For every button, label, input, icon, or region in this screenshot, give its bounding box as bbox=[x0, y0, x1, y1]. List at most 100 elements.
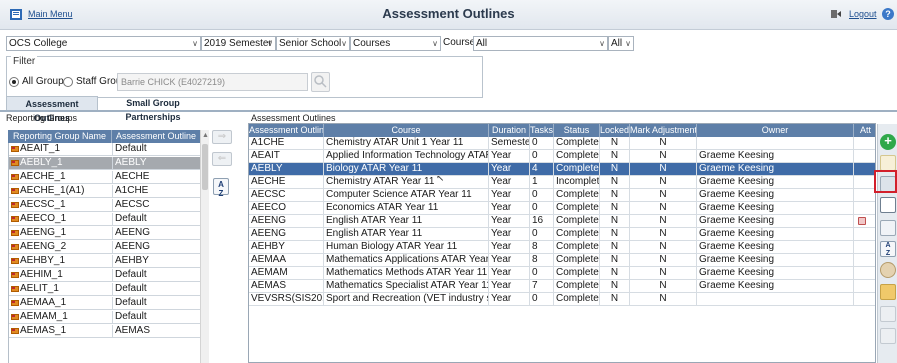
list-item[interactable]: AEENG_1 AEENG bbox=[9, 227, 201, 240]
move-right-button[interactable]: ⇒ bbox=[212, 130, 232, 144]
extra-select[interactable]: All ∨ bbox=[608, 36, 634, 51]
list-item[interactable]: AEAIT_1 Default bbox=[9, 143, 201, 156]
list-item[interactable]: AELIT_1 Default bbox=[9, 283, 201, 296]
cell-status: Completed bbox=[556, 137, 600, 150]
lock-icon[interactable] bbox=[880, 284, 896, 300]
col-reporting-group-name[interactable]: Reporting Group Name bbox=[8, 130, 112, 143]
list-item[interactable]: AEMAS_1 AEMAS bbox=[9, 325, 201, 338]
sort-az-icon[interactable]: AZ bbox=[213, 178, 229, 198]
cell-owner: Graeme Keesing bbox=[697, 267, 854, 280]
cell-course: Chemistry ATAR Unit 1 Year 11 bbox=[324, 137, 489, 150]
list-item[interactable]: AECHE_1 AECHE bbox=[9, 171, 201, 184]
all-groups-label[interactable]: All Groups bbox=[22, 76, 69, 87]
staff-groups-radio[interactable] bbox=[63, 77, 73, 87]
sort-az-icon[interactable]: AZ bbox=[880, 241, 896, 257]
table-row[interactable]: AEMAS Mathematics Specialist ATAR Year 1… bbox=[249, 280, 875, 293]
group-outline: A1CHE bbox=[115, 185, 149, 196]
add-icon[interactable] bbox=[880, 133, 896, 150]
list-item[interactable]: AEENG_2 AEENG bbox=[9, 241, 201, 254]
chevron-down-icon: ∨ bbox=[267, 39, 273, 48]
tab-assessment-outlines[interactable]: Assessment Outlines bbox=[6, 96, 98, 123]
edit-icon[interactable] bbox=[880, 155, 896, 171]
col-tasks[interactable]: Tasks bbox=[530, 124, 554, 137]
list-item[interactable]: AEMAM_1 Default bbox=[9, 311, 201, 324]
cell-att bbox=[854, 293, 875, 306]
all-groups-radio[interactable] bbox=[9, 77, 19, 87]
course-select[interactable]: All ∨ bbox=[473, 36, 608, 51]
table-row[interactable]: AECSC Computer Science ATAR Year 11 Year… bbox=[249, 189, 875, 202]
semester-select[interactable]: 2019 Semester 1 ∨ bbox=[201, 36, 276, 51]
list-item[interactable]: AEBLY_1 AEBLY bbox=[9, 157, 201, 170]
table-row[interactable]: AEENG English ATAR Year 11 Year 0 Comple… bbox=[249, 228, 875, 241]
group-name: AEENG_1 bbox=[20, 227, 67, 238]
table-row[interactable]: AEAIT Applied Information Technology ATA… bbox=[249, 150, 875, 163]
school-select[interactable]: OCS College ∨ bbox=[6, 36, 201, 51]
reporting-groups-header: Reporting Group Name Assessment Outline bbox=[8, 130, 200, 143]
extra-select-value: All bbox=[611, 38, 623, 49]
tab-small-group-partnerships[interactable]: Small Group Partnerships bbox=[103, 96, 203, 122]
list-item[interactable]: AEHIM_1 Default bbox=[9, 269, 201, 282]
table-row[interactable]: VEVSRS(SIS20115) Sport and Recreation (V… bbox=[249, 293, 875, 306]
cell-status: Completed bbox=[556, 202, 600, 215]
scroll-thumb[interactable] bbox=[202, 144, 208, 190]
cell-mark-adjustment: N bbox=[630, 176, 697, 189]
col-course[interactable]: Course bbox=[324, 124, 489, 137]
cell-att bbox=[854, 215, 875, 228]
list-item[interactable]: AECHE_1(A1) A1CHE bbox=[9, 185, 201, 198]
table-row[interactable]: AEHBY Human Biology ATAR Year 11 Year 8 … bbox=[249, 241, 875, 254]
unlock-icon[interactable] bbox=[880, 306, 896, 322]
search-button[interactable] bbox=[311, 72, 330, 92]
group-outline: Default bbox=[115, 297, 147, 308]
paperclip-icon[interactable] bbox=[880, 328, 896, 344]
cell-status: Completed bbox=[556, 215, 600, 228]
table-row-selected[interactable]: AEBLY Biology ATAR Year 11 Year 4 Comple… bbox=[249, 163, 875, 176]
move-left-button[interactable]: ⇐ bbox=[212, 152, 232, 166]
table-row[interactable]: A1CHE Chemistry ATAR Unit 1 Year 11 Seme… bbox=[249, 137, 875, 150]
col-status[interactable]: Status bbox=[554, 124, 600, 137]
new-document-icon[interactable] bbox=[880, 197, 896, 213]
table-row[interactable]: AECHE Chemistry ATAR Year 11 ↖ Year 1 Inc… bbox=[249, 176, 875, 189]
cell-duration: Year bbox=[489, 202, 530, 215]
copy-icon[interactable] bbox=[880, 220, 896, 236]
cell-locked: N bbox=[600, 150, 630, 163]
cell-tasks: 8 bbox=[530, 254, 554, 267]
home-icon[interactable] bbox=[10, 9, 22, 20]
cell-att bbox=[854, 228, 875, 241]
scroll-up-icon[interactable]: ▲ bbox=[201, 130, 210, 141]
cell-outline: AEMAS bbox=[249, 280, 324, 293]
col-owner[interactable]: Owner bbox=[697, 124, 854, 137]
col-att[interactable]: Att bbox=[854, 124, 875, 137]
cell-outline: AEMAA bbox=[249, 254, 324, 267]
table-row[interactable]: AEMAM Mathematics Methods ATAR Year 11 Y… bbox=[249, 267, 875, 280]
staff-input[interactable]: Barrie CHICK (E4027219) bbox=[117, 73, 308, 91]
col-duration[interactable]: Duration bbox=[489, 124, 530, 137]
table-row[interactable]: AEENG English ATAR Year 11 Year 16 Compl… bbox=[249, 215, 875, 228]
cell-course: Mathematics Specialist ATAR Year 11 bbox=[326, 280, 489, 293]
cell-mark-adjustment: N bbox=[630, 137, 697, 150]
list-item[interactable]: AECSC_1 AECSC bbox=[9, 199, 201, 212]
table-row[interactable]: AEMAA Mathematics Applications ATAR Year… bbox=[249, 254, 875, 267]
main-menu-link[interactable]: Main Menu bbox=[28, 9, 73, 19]
logout-link[interactable]: Logout bbox=[849, 9, 877, 19]
attachment-icon[interactable] bbox=[858, 217, 866, 225]
level-select[interactable]: Senior School ∨ bbox=[276, 36, 350, 51]
col-locked[interactable]: Locked bbox=[600, 124, 630, 137]
cell-course: Computer Science ATAR Year 11 bbox=[324, 189, 489, 202]
logout-icon[interactable] bbox=[831, 9, 841, 19]
cell-tasks: 4 bbox=[530, 163, 554, 176]
col-assessment-outline[interactable]: Assessment Outline bbox=[249, 124, 324, 137]
list-item[interactable]: AEECO_1 Default bbox=[9, 213, 201, 226]
left-scrollbar[interactable]: ▲ bbox=[200, 130, 209, 363]
col-mark-adjustment[interactable]: Mark Adjustment bbox=[630, 124, 697, 137]
group-outline: AEENG bbox=[115, 241, 151, 252]
cell-status: Completed bbox=[556, 189, 600, 202]
list-item[interactable]: AEHBY_1 AEHBY bbox=[9, 255, 201, 268]
list-item[interactable]: AEMAA_1 Default bbox=[9, 297, 201, 310]
help-icon[interactable]: ? bbox=[882, 8, 894, 20]
type-select[interactable]: Courses ∨ bbox=[350, 36, 441, 51]
cell-mark-adjustment: N bbox=[630, 163, 697, 176]
table-row[interactable]: AEECO Economics ATAR Year 11 Year 0 Comp… bbox=[249, 202, 875, 215]
col-assessment-outline[interactable]: Assessment Outline bbox=[112, 130, 200, 143]
cell-outline: AEENG bbox=[249, 228, 324, 241]
users-icon[interactable] bbox=[880, 262, 896, 278]
